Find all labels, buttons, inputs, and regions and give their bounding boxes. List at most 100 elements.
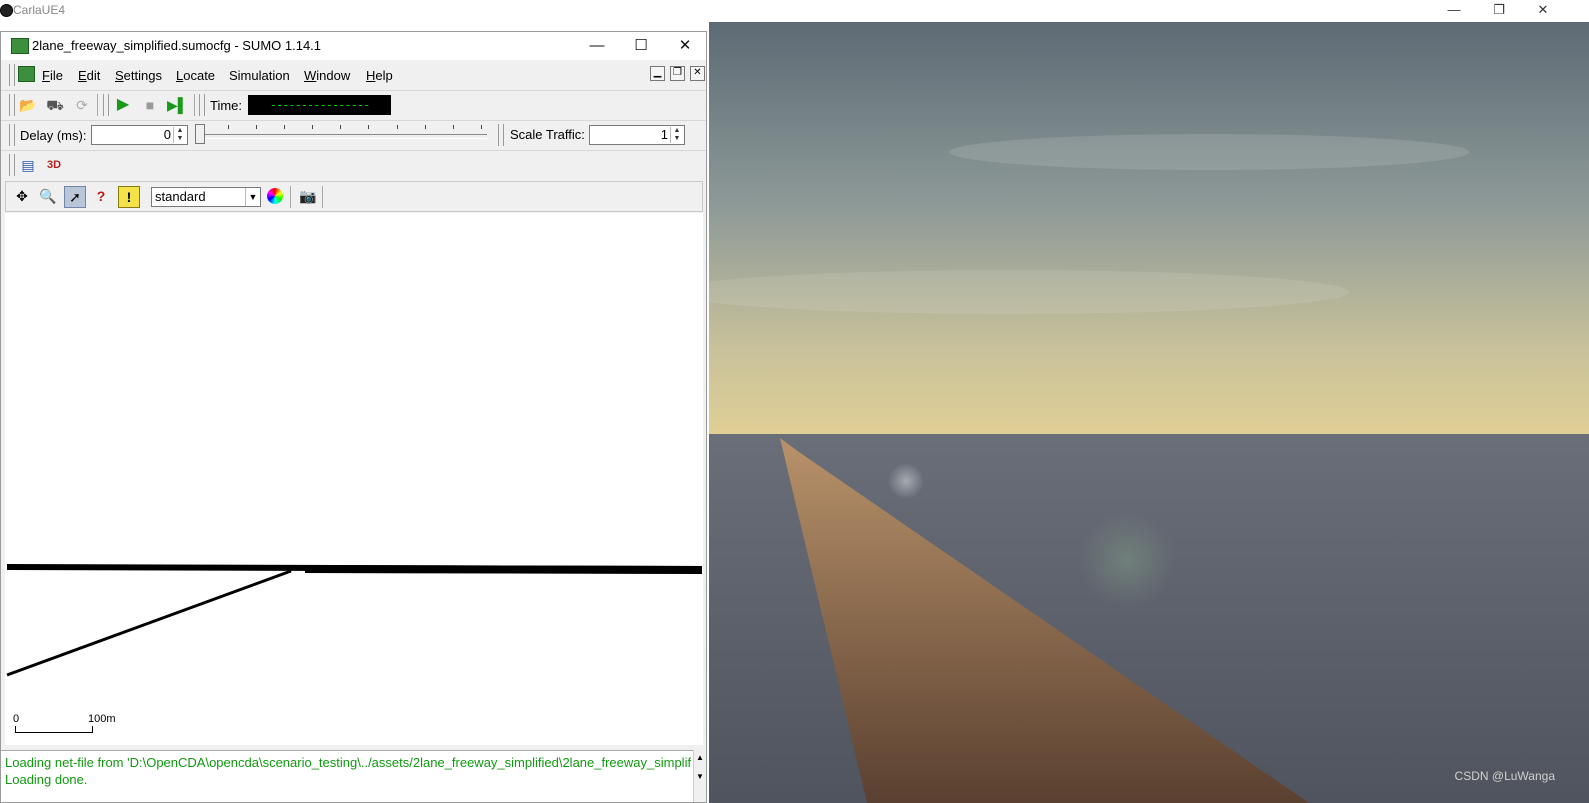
delay-slider[interactable]	[197, 134, 487, 139]
slider-tick	[368, 125, 369, 129]
color-scheme-select[interactable]: standard ▼	[151, 187, 261, 207]
toolbar-grip[interactable]	[9, 94, 15, 116]
view-toolbar: ✥ 🔍 ➚ ? ! standard ▼ 📷	[5, 181, 703, 212]
menu-help[interactable]: Help	[366, 68, 393, 83]
scale-traffic-label: Scale Traffic:	[510, 127, 585, 142]
scroll-up-icon[interactable]: ▲	[696, 753, 704, 762]
stop-icon[interactable]: ■	[140, 95, 160, 115]
on-ramp-edge[interactable]	[6, 569, 292, 677]
menu-file[interactable]: File	[42, 68, 63, 83]
step-icon[interactable]: ▶▌	[167, 95, 188, 115]
mdi-minimize-button[interactable]: ▁	[650, 66, 665, 81]
separator	[194, 94, 195, 116]
slider-tick	[481, 125, 482, 129]
separator	[322, 186, 323, 208]
delay-slider-thumb[interactable]	[195, 124, 205, 144]
slider-tick	[340, 125, 341, 129]
spinner-arrows-icon[interactable]: ▲ ▼	[173, 127, 186, 143]
scale-distance-label: 100m	[88, 713, 116, 725]
watermark: CSDN @LuWanga	[1454, 769, 1555, 783]
sumo-doc-icon	[18, 66, 35, 82]
menu-bar: File Edit Settings Locate Simulation Win…	[1, 62, 706, 88]
delay-label: Delay (ms):	[20, 128, 87, 143]
scroll-down-icon[interactable]: ▼	[696, 772, 704, 781]
mdi-close-button[interactable]: ✕	[690, 66, 705, 81]
toolbar-grip[interactable]	[199, 94, 205, 116]
slider-tick	[312, 125, 313, 129]
network-drawing	[6, 564, 703, 677]
slider-tick	[228, 125, 229, 129]
toolbar-grip[interactable]	[498, 124, 504, 146]
carla-app-icon	[0, 4, 13, 17]
mdi-restore-button[interactable]: ❐	[670, 66, 685, 81]
scale-zero-label: 0	[13, 713, 20, 725]
color-wheel-icon[interactable]	[265, 186, 285, 206]
sumo-minimize-button[interactable]: —	[577, 35, 617, 57]
sumo-titlebar: 2lane_freeway_simplified.sumocfg - SUMO …	[1, 32, 706, 60]
spinner-arrows-icon[interactable]: ▲ ▼	[670, 127, 683, 143]
new-view-icon[interactable]: ▤	[18, 155, 38, 175]
log-line: Loading done.	[5, 772, 88, 787]
carla-restore-button[interactable]: ❐	[1476, 0, 1522, 22]
open-network-icon[interactable]: ⛟	[45, 95, 65, 115]
message-log[interactable]: Loading net-file from 'D:\OpenCDA\opencd…	[1, 750, 693, 802]
toolbar-grip[interactable]	[9, 64, 15, 86]
3d-view-icon[interactable]: 3D	[44, 155, 64, 175]
main-toolbar: 📂 ⛟ ⟳ ▶ ■ ▶▌ Time: ----------------	[1, 90, 706, 120]
toolbar-grip[interactable]	[9, 124, 15, 146]
network-canvas[interactable]: 0 100m	[5, 213, 703, 745]
open-folder-icon[interactable]: 📂	[18, 95, 38, 115]
color-scheme-value: standard	[155, 189, 206, 204]
sumo-window: 2lane_freeway_simplified.sumocfg - SUMO …	[0, 31, 707, 803]
sumo-close-button[interactable]: ✕	[665, 35, 705, 57]
lens-flare	[1079, 512, 1175, 608]
slider-tick	[397, 125, 398, 129]
time-display: ----------------	[248, 95, 391, 115]
slider-tick	[453, 125, 454, 129]
freeway-edge[interactable]	[304, 565, 703, 574]
separator	[290, 186, 291, 208]
delay-toolbar: Delay (ms): 0 ▲ ▼ Scale Traffic: 1 ▲ ▼	[1, 120, 706, 150]
window-toolbar: ▤ 3D	[1, 150, 706, 180]
locate-icon[interactable]: ➚	[64, 186, 86, 208]
scale-traffic-spinner[interactable]: 1 ▲ ▼	[589, 125, 685, 145]
scale-traffic-value: 1	[660, 127, 668, 142]
sumo-window-title: 2lane_freeway_simplified.sumocfg - SUMO …	[32, 38, 322, 53]
log-line: Loading net-file from 'D:\OpenCDA\opencd…	[5, 755, 691, 770]
chevron-down-icon[interactable]: ▼	[245, 188, 260, 206]
query-icon[interactable]: ?	[91, 186, 111, 206]
carla-minimize-button[interactable]: —	[1431, 0, 1477, 22]
slider-tick	[425, 125, 426, 129]
scale-bar	[15, 726, 93, 733]
cloud	[949, 134, 1469, 170]
carla-3d-viewport[interactable]: CSDN @LuWanga	[709, 22, 1589, 803]
log-scrollbar[interactable]: ▲ ▼	[693, 750, 706, 802]
screenshot-camera-icon[interactable]: 📷	[298, 186, 318, 206]
carla-titlebar: CarlaUE4 — ❐ ✕	[0, 0, 1589, 22]
menu-edit[interactable]: Edit	[78, 68, 100, 83]
sky	[709, 22, 1589, 434]
menu-locate[interactable]: Locate	[176, 68, 215, 83]
menu-window[interactable]: Window	[304, 68, 350, 83]
reload-icon[interactable]: ⟳	[72, 95, 92, 115]
sumo-app-icon	[11, 38, 29, 54]
zoom-icon[interactable]: 🔍	[38, 186, 58, 206]
slider-tick	[256, 125, 257, 129]
recenter-icon[interactable]: ✥	[12, 186, 32, 206]
slider-tick	[284, 125, 285, 129]
sumo-maximize-button[interactable]: ☐	[621, 35, 661, 57]
delay-value: 0	[163, 127, 171, 142]
carla-window-title: CarlaUE4	[13, 3, 66, 17]
delay-spinner[interactable]: 0 ▲ ▼	[91, 125, 188, 145]
time-label: Time:	[210, 98, 243, 113]
menu-simulation[interactable]: Simulation	[229, 68, 290, 83]
carla-scene	[709, 22, 1589, 803]
lens-flare	[888, 463, 924, 499]
run-icon[interactable]: ▶	[113, 95, 133, 115]
toolbar-grip[interactable]	[103, 94, 109, 116]
separator	[97, 94, 98, 116]
toolbar-grip[interactable]	[9, 154, 15, 176]
carla-close-button[interactable]: ✕	[1520, 0, 1566, 22]
message-icon[interactable]: !	[118, 186, 140, 208]
menu-settings[interactable]: Settings	[115, 68, 162, 83]
